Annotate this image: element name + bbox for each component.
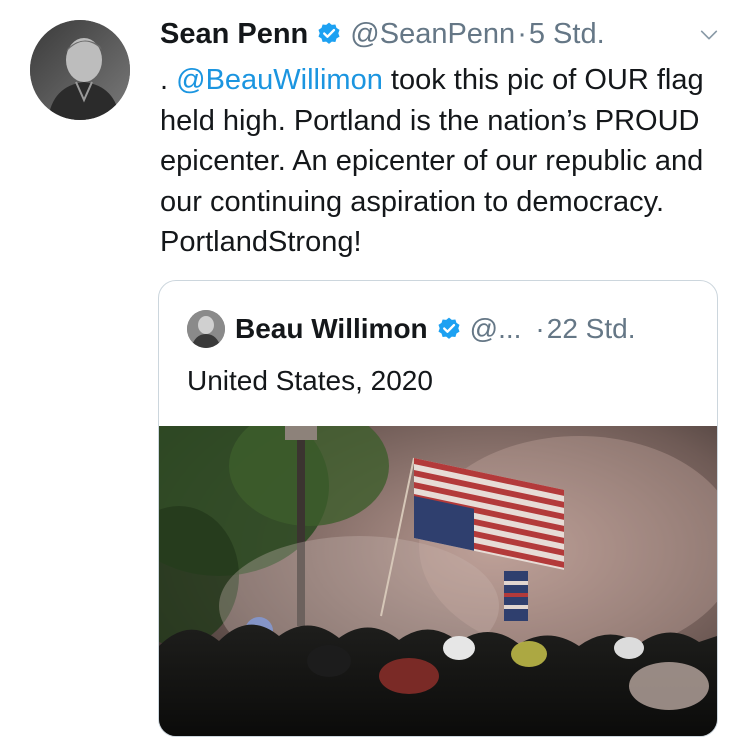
tweet-timestamp[interactable]: 5 Std.	[529, 18, 605, 51]
quoted-tweet-timestamp[interactable]: 22 Std.	[547, 313, 636, 345]
author-handle[interactable]: @SeanPenn	[350, 18, 515, 51]
quoted-author-handle[interactable]: @...	[470, 313, 522, 345]
author-avatar[interactable]	[30, 20, 130, 120]
quoted-tweet-photo[interactable]	[159, 396, 717, 736]
tweet-header: Sean Penn @SeanPenn · 5 Std.	[160, 12, 730, 56]
verified-badge-icon	[318, 22, 340, 44]
mention-link[interactable]: @BeauWillimon	[176, 64, 383, 96]
chevron-down-icon[interactable]	[698, 24, 720, 46]
separator-dot: ·	[517, 17, 527, 50]
text-prefix: .	[160, 64, 177, 96]
verified-badge-icon	[438, 317, 460, 339]
author-name[interactable]: Sean Penn	[160, 18, 308, 51]
quoted-author-name[interactable]: Beau Willimon	[235, 313, 428, 345]
quoted-tweet[interactable]: Beau Willimon @... · 22 Std. United Stat…	[158, 280, 718, 737]
quoted-tweet-text: United States, 2020	[187, 365, 433, 396]
quoted-tweet-header: Beau Willimon @... · 22 Std.	[187, 309, 707, 349]
quoted-author-avatar[interactable]	[187, 310, 225, 348]
separator-dot: ·	[535, 313, 545, 344]
tweet-text: . @BeauWillimon took this pic of OUR fla…	[160, 60, 730, 263]
